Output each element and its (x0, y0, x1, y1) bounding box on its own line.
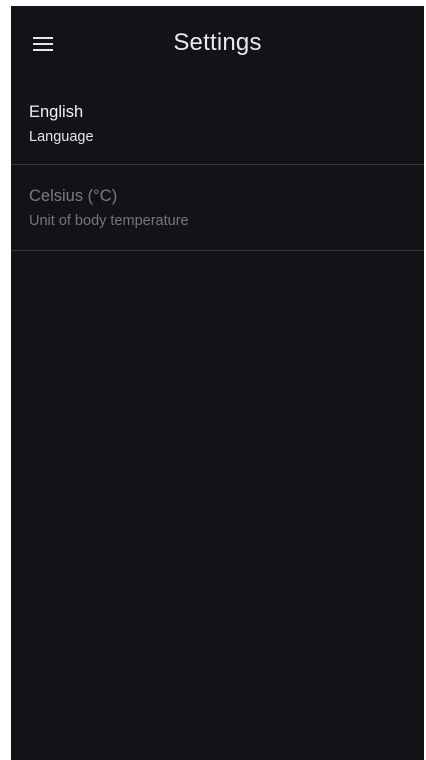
hamburger-menu-icon (33, 37, 53, 51)
language-label: Language (29, 129, 94, 145)
menu-button[interactable] (21, 26, 65, 62)
temperature-unit-value: Celsius (°C) (29, 187, 118, 205)
language-value: English (29, 103, 84, 121)
temperature-unit-label: Unit of body temperature (29, 213, 189, 229)
settings-screen: Settings English Language Celsius (°C) U… (11, 6, 424, 760)
settings-list: English Language Celsius (°C) Unit of bo… (11, 82, 424, 251)
page-title: Settings (173, 29, 262, 56)
temperature-unit-setting[interactable]: Celsius (°C) Unit of body temperature (11, 165, 424, 251)
app-bar: Settings (11, 6, 424, 82)
language-setting[interactable]: English Language (11, 82, 424, 165)
